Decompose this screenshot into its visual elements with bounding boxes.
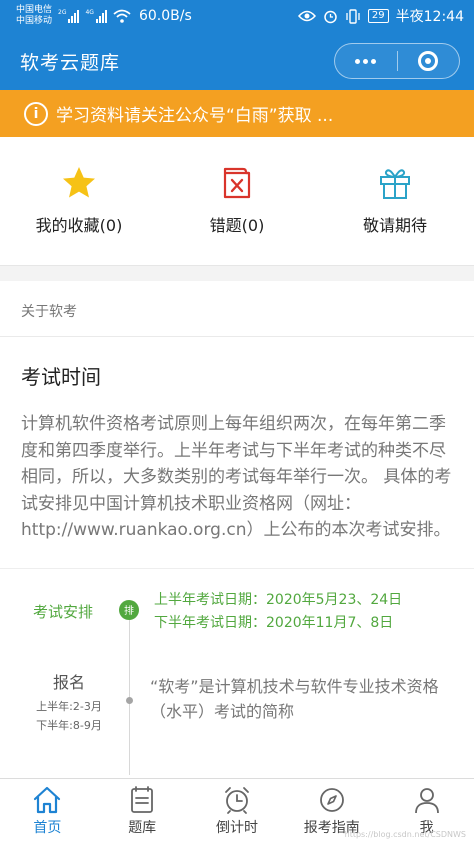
home-icon xyxy=(34,786,61,814)
registration-block: 报名 上半年:2-3月 下半年:8-9月 xyxy=(28,669,110,735)
clock: 半夜12:44 xyxy=(395,9,464,25)
exam-description: “软考”是计算机技术与软件专业技术资格（水平）考试的简称 xyxy=(150,676,439,721)
carrier-2: 中国移动 xyxy=(16,16,53,26)
star-icon xyxy=(63,167,95,198)
about-section: 关于软考 考试时间 计算机软件资格考试原则上每年组织两次，在每年第二季度和第四季… xyxy=(0,281,474,781)
wifi-icon xyxy=(113,9,131,23)
exam-timeline: 考试安排 排 上半年考试日期：2020年5月23、24日 下半年考试日期：202… xyxy=(0,569,474,775)
schedule-badge: 排 xyxy=(119,599,139,620)
wrong-questions-label: 错题(0) xyxy=(209,216,265,235)
tab-home-label: 首页 xyxy=(33,820,62,836)
eye-icon xyxy=(297,10,316,22)
section-body: 计算机软件资格考试原则上每年组织两次，在每年第二季度和第四季度举行。上半年考试与… xyxy=(21,414,452,540)
registration-second-half: 下半年:8-9月 xyxy=(36,718,102,732)
user-icon xyxy=(414,788,439,814)
coming-soon-button[interactable]: 敬请期待 xyxy=(316,137,474,265)
timeline-line xyxy=(129,614,130,775)
alarm-clock-icon xyxy=(225,787,249,814)
tab-countdown-label: 倒计时 xyxy=(215,820,258,836)
signal-label-1: 2G xyxy=(58,9,67,16)
info-icon: i xyxy=(24,101,48,126)
gift-icon xyxy=(380,169,410,199)
vibrate-icon xyxy=(346,8,360,24)
wrong-question-icon xyxy=(223,167,251,199)
status-bar: 中国电信 中国移动 2G 4G 60.0B/s 29 半夜12:44 xyxy=(0,0,474,32)
section-title: 考试时间 xyxy=(21,365,101,389)
favorites-label: 我的收藏(0) xyxy=(35,216,123,235)
page-title: 软考云题库 xyxy=(20,51,121,74)
notice-text: 学习资料请关注公众号“白雨”获取 ... xyxy=(56,106,334,126)
close-mini-program-button[interactable] xyxy=(398,44,460,78)
mini-program-capsule xyxy=(334,43,460,79)
coming-soon-label: 敬请期待 xyxy=(362,216,427,235)
tab-home[interactable]: 首页 xyxy=(0,779,95,842)
network-speed: 60.0B/s xyxy=(138,8,192,24)
question-bank-icon xyxy=(131,786,154,813)
feature-grid: 我的收藏(0) 错题(0) 敬请期待 xyxy=(0,137,474,266)
favorites-button[interactable]: 我的收藏(0) xyxy=(0,137,158,265)
compass-icon xyxy=(319,788,344,812)
more-button[interactable] xyxy=(335,44,397,78)
battery-icon: 29 xyxy=(367,9,389,23)
tab-bar: 首页 题库 倒计时 报考指南 我 https://blog.csdn.net/C… xyxy=(0,778,474,842)
tab-question-bank[interactable]: 题库 xyxy=(95,779,190,842)
signal-icon-1: 2G xyxy=(58,9,80,23)
notice-bar[interactable]: i 学习资料请关注公众号“白雨”获取 ... xyxy=(0,90,474,137)
target-circle-icon xyxy=(418,51,439,71)
tab-question-bank-label: 题库 xyxy=(128,820,157,836)
wrong-questions-button[interactable]: 错题(0) xyxy=(158,137,316,265)
timeline-dot xyxy=(126,696,133,704)
alarm-icon xyxy=(324,10,337,23)
signal-icon-2: 4G xyxy=(85,9,107,23)
signal-label-2: 4G xyxy=(85,9,94,16)
navigation-bar: 软考云题库 xyxy=(0,32,474,90)
schedule-dates: 上半年考试日期：2020年5月23、24日 下半年考试日期：2020年11月7、… xyxy=(154,589,402,635)
first-half-date: 上半年考试日期：2020年5月23、24日 xyxy=(154,591,403,608)
tab-countdown[interactable]: 倒计时 xyxy=(190,779,285,842)
carrier-info: 中国电信 中国移动 xyxy=(16,5,52,27)
registration-first-half: 上半年:2-3月 xyxy=(36,699,102,713)
watermark: https://blog.csdn.net/CSDNWS xyxy=(344,830,466,839)
second-half-date: 下半年考试日期：2020年11月7、8日 xyxy=(154,614,394,631)
carrier-1: 中国电信 xyxy=(16,5,53,15)
more-dots-icon xyxy=(355,58,377,64)
registration-title: 报名 xyxy=(52,672,85,692)
schedule-label: 考试安排 xyxy=(33,602,94,621)
section-header: 关于软考 xyxy=(0,281,474,337)
